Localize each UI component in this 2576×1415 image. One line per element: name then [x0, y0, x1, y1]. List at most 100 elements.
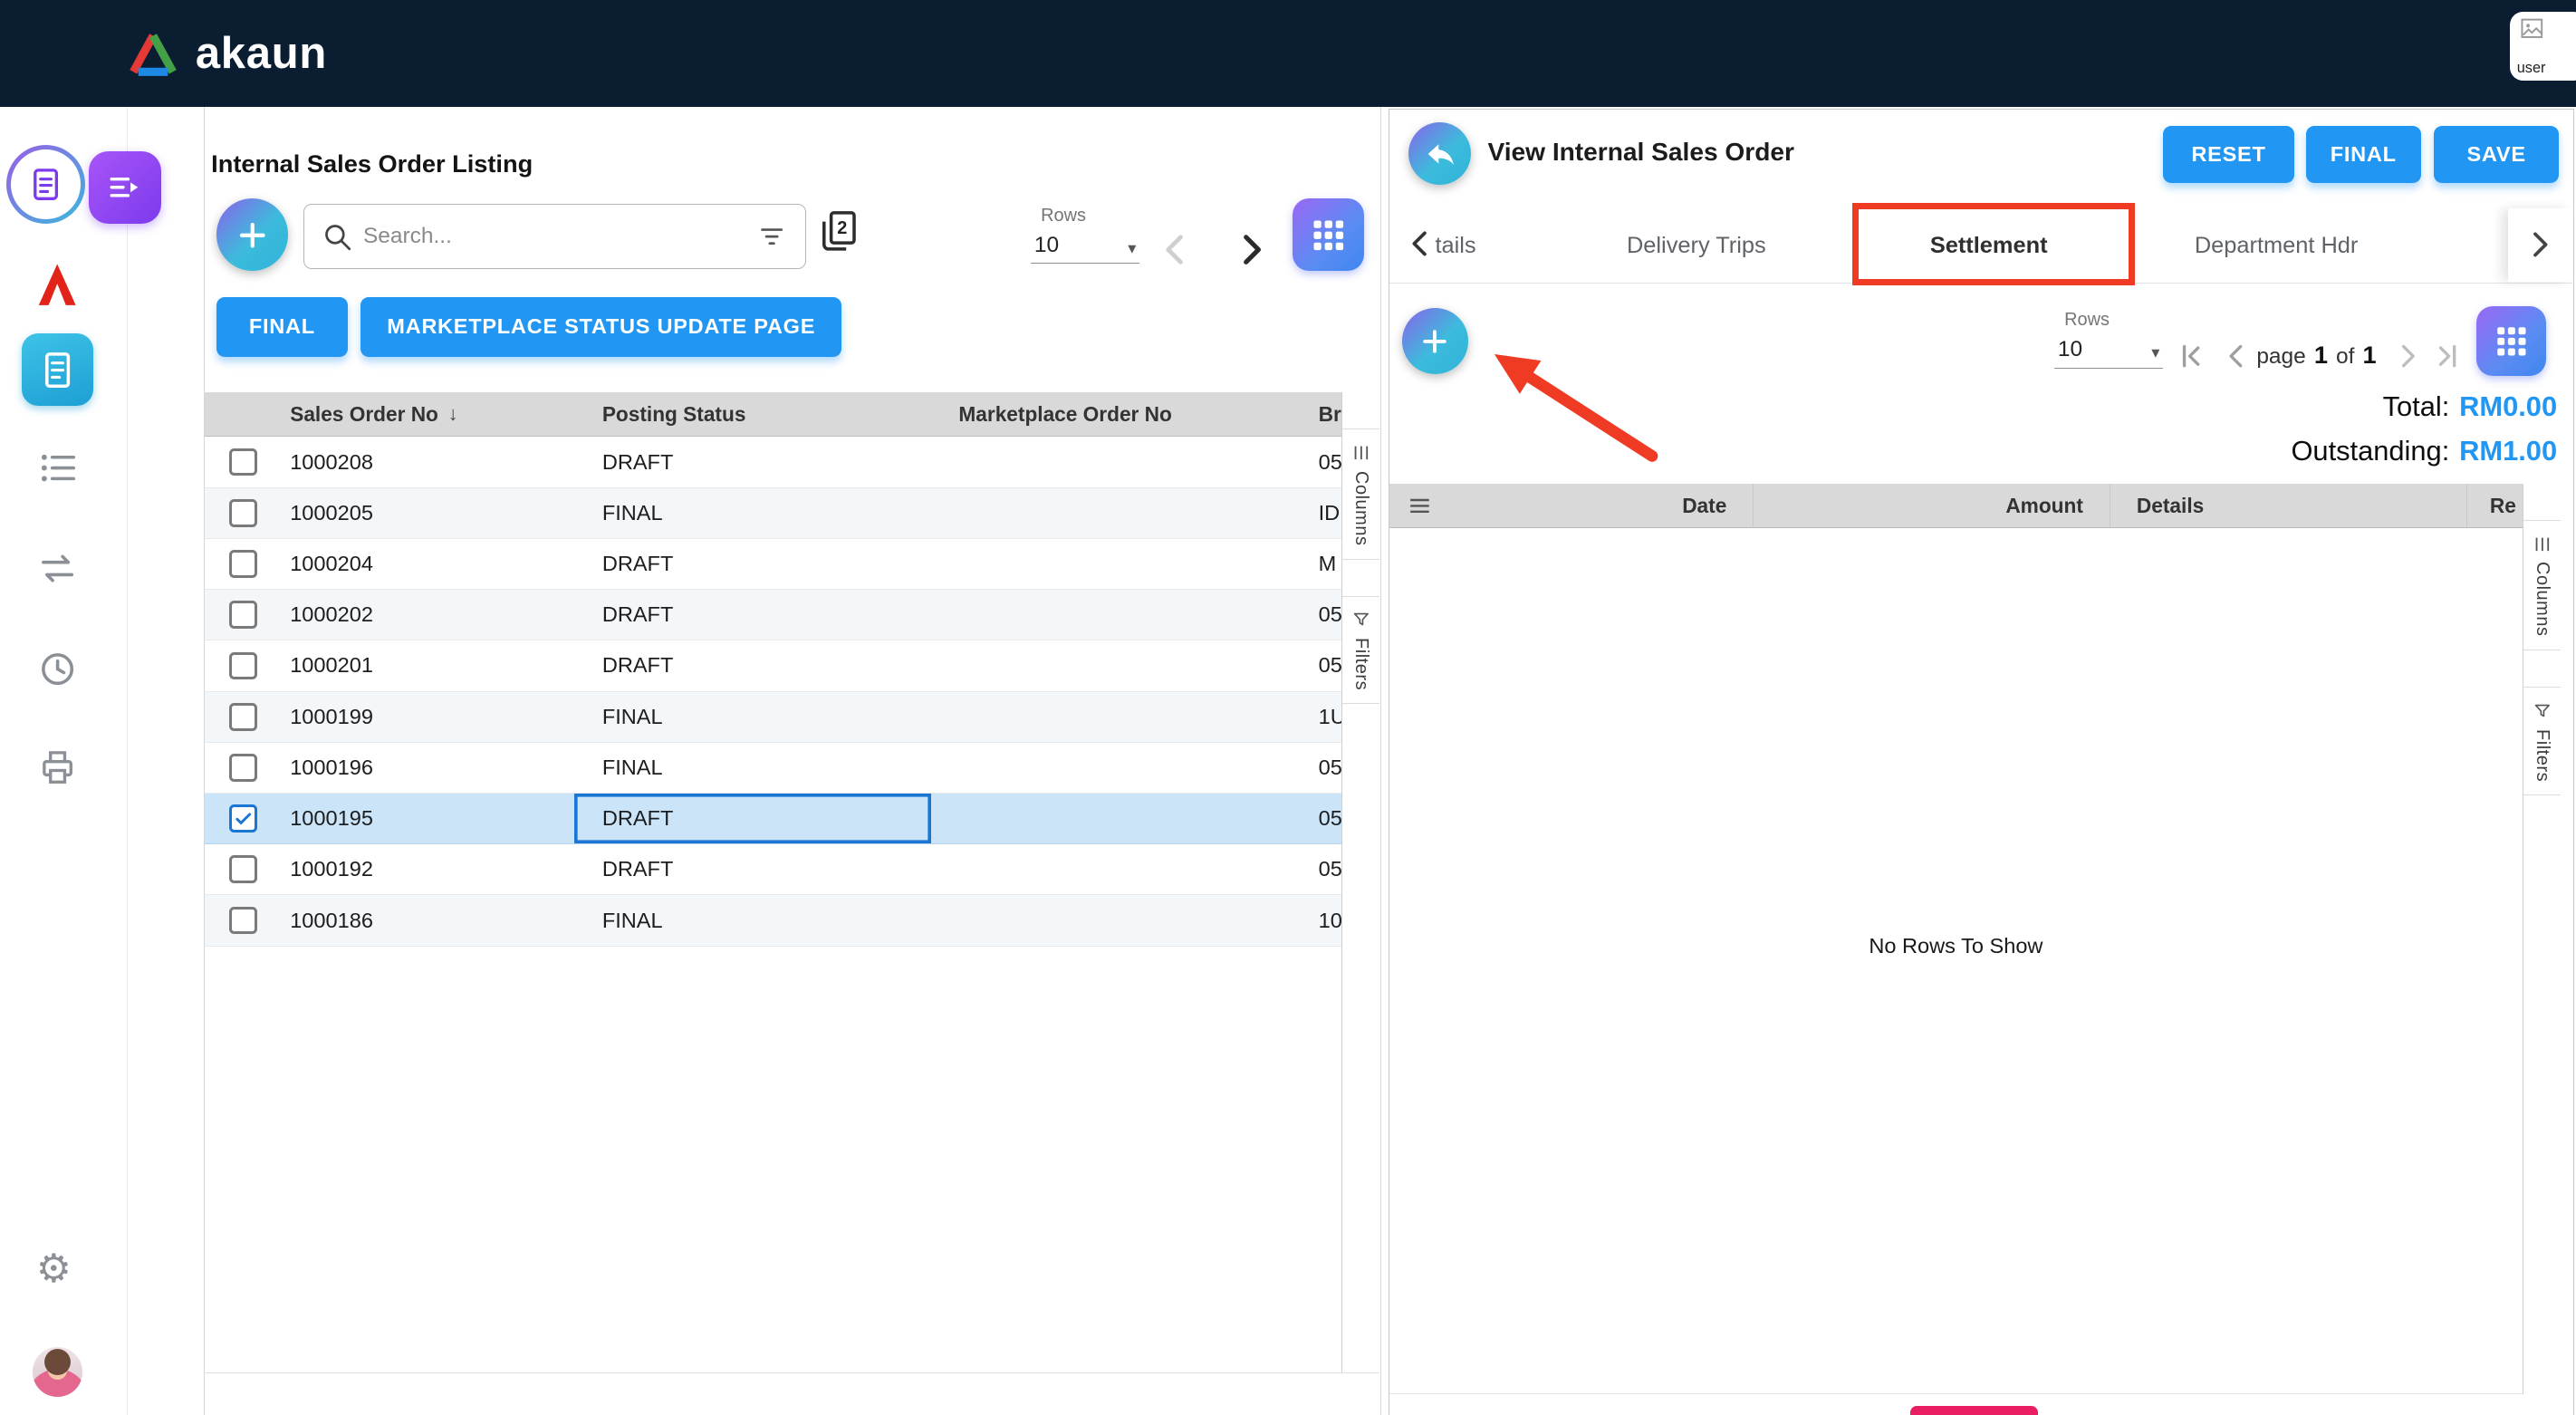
grid-view-button[interactable]	[1293, 198, 1365, 271]
row-checkbox[interactable]	[229, 703, 257, 731]
cell-branch: ID	[1295, 488, 1341, 538]
col-header-details[interactable]: Details	[2110, 484, 2467, 527]
rows-per-page-control: Rows 10 ▾	[2054, 310, 2163, 369]
cell-branch: 05	[1295, 743, 1341, 793]
navbar-user-label: user	[2517, 60, 2546, 77]
expand-sidebar-button[interactable]	[89, 151, 161, 224]
row-checkbox[interactable]	[229, 652, 257, 680]
back-button[interactable]	[1408, 122, 1471, 185]
search-input[interactable]	[363, 224, 745, 249]
final-button[interactable]: FINAL	[216, 297, 349, 356]
detail-panel: View Internal Sales Order RESET FINAL SA…	[1389, 109, 2575, 1415]
table-row[interactable]: 1000208 DRAFT 05	[205, 437, 1341, 487]
rows-per-page-select[interactable]: 10 ▾	[1031, 229, 1139, 264]
navbar-user-avatar[interactable]: user	[2510, 12, 2576, 81]
columns-icon	[1351, 443, 1371, 463]
row-checkbox[interactable]	[229, 550, 257, 578]
cell-marketplace-order-no	[931, 437, 1296, 486]
plus-icon	[1417, 323, 1453, 360]
columns-tab[interactable]: Columns	[2523, 520, 2561, 650]
transfer-icon[interactable]	[36, 547, 79, 590]
app-document-icon	[24, 163, 67, 206]
col-header-date[interactable]: Date	[1389, 484, 1754, 527]
col-header-posting-status[interactable]: Posting Status	[574, 402, 931, 427]
first-page-button[interactable]	[2175, 340, 2207, 372]
marketplace-status-update-button[interactable]: MARKETPLACE STATUS UPDATE PAGE	[360, 297, 841, 356]
tabs-scroll-left-button[interactable]	[1402, 226, 1438, 262]
col-header-amount[interactable]: Amount	[1754, 484, 2110, 527]
invoice-document-icon	[36, 349, 79, 391]
app-icon[interactable]	[6, 145, 85, 224]
cell-sales-order-no: 1000208	[262, 437, 574, 486]
cell-sales-order-no: 1000195	[262, 794, 574, 843]
outstanding-line: Outstanding:RM1.00	[2291, 429, 2557, 474]
table-row[interactable]: 1000196 FINAL 05	[205, 743, 1341, 794]
reset-button[interactable]: RESET	[2163, 126, 2294, 183]
row-checkbox[interactable]	[229, 855, 257, 883]
sales-module-icon[interactable]	[22, 333, 94, 406]
table-row[interactable]: 1000201 DRAFT 05	[205, 640, 1341, 691]
col-header-marketplace-order-no[interactable]: Marketplace Order No	[931, 402, 1296, 427]
cell-marketplace-order-no	[931, 488, 1296, 538]
first-page-icon	[2175, 340, 2207, 372]
header-menu-icon[interactable]	[1406, 492, 1434, 520]
tab-department-hdr[interactable]: Department Hdr	[2131, 208, 2420, 284]
prev-page-button[interactable]	[1154, 228, 1197, 271]
columns-tab[interactable]: Columns	[1342, 428, 1379, 559]
sidebar-user-avatar[interactable]	[33, 1347, 82, 1396]
bottom-action-button[interactable]	[1910, 1406, 2038, 1415]
total-pages: 1	[2363, 341, 2377, 370]
row-checkbox[interactable]	[229, 448, 257, 476]
filter-menu-icon[interactable]	[755, 220, 788, 253]
total-label: Total:	[2383, 390, 2450, 422]
history-icon[interactable]	[36, 648, 79, 690]
grid-tool-panel: Columns Filters	[2523, 484, 2561, 1394]
table-row[interactable]: 1000186 FINAL 10	[205, 895, 1341, 946]
filters-tab[interactable]: Filters	[2523, 687, 2561, 795]
next-page-button[interactable]	[2391, 340, 2424, 372]
col-header-receipt[interactable]: Re	[2467, 484, 2523, 527]
rows-per-page-select[interactable]: 10 ▾	[2054, 334, 2163, 369]
table-row[interactable]: 1000202 DRAFT 05	[205, 590, 1341, 640]
next-page-button[interactable]	[1230, 228, 1273, 271]
row-checkbox[interactable]	[229, 754, 257, 782]
list-icon[interactable]	[36, 447, 79, 489]
cell-posting-status: DRAFT	[574, 844, 931, 894]
cell-posting-status: DRAFT	[574, 640, 931, 690]
plus-icon	[233, 216, 273, 255]
tab-delivery-trips[interactable]: Delivery Trips	[1573, 208, 1820, 284]
filters-tab[interactable]: Filters	[1342, 596, 1379, 705]
tab-settlement[interactable]: Settlement	[1866, 208, 2112, 284]
pages-icon[interactable]: 2	[816, 208, 862, 255]
row-checkbox[interactable]	[229, 499, 257, 527]
table-row[interactable]: 1000204 DRAFT M	[205, 539, 1341, 590]
final-button-detail[interactable]: FINAL	[2306, 126, 2421, 183]
row-checkbox[interactable]	[229, 601, 257, 629]
cell-marketplace-order-no	[931, 794, 1296, 843]
last-page-button[interactable]	[2431, 340, 2464, 372]
row-checkbox-checked[interactable]	[229, 804, 257, 833]
cell-branch: 05	[1295, 844, 1341, 894]
prev-page-button[interactable]	[2220, 340, 2253, 372]
tabs-scroll-right-button[interactable]	[2508, 208, 2572, 283]
col-header-sales-order-no[interactable]: Sales Order No ↓	[262, 402, 574, 427]
settings-gear-icon[interactable]: ⚙	[36, 1248, 72, 1291]
add-settlement-button[interactable]	[1402, 308, 1468, 374]
annotation-arrow	[1458, 328, 1680, 476]
pdf-icon[interactable]	[33, 260, 82, 309]
printer-icon[interactable]	[36, 746, 79, 788]
row-checkbox[interactable]	[229, 907, 257, 935]
funnel-icon	[2533, 701, 2552, 721]
table-row[interactable]: 1000199 FINAL 1U	[205, 692, 1341, 743]
grid-view-button[interactable]	[2476, 306, 2545, 375]
cell-posting-status: FINAL	[574, 743, 931, 793]
table-row[interactable]: 1000192 DRAFT 05	[205, 844, 1341, 895]
add-sales-order-button[interactable]	[216, 198, 289, 271]
table-row[interactable]: 1000205 FINAL ID	[205, 488, 1341, 539]
brand-logo[interactable]: akaun	[127, 0, 327, 107]
table-row-selected[interactable]: 1000195 DRAFT 05	[205, 794, 1341, 844]
col-header-branch[interactable]: Br	[1295, 402, 1341, 427]
save-button[interactable]: SAVE	[2434, 126, 2559, 183]
search-box	[303, 204, 806, 270]
tab-details[interactable]: tails	[1435, 208, 1475, 284]
